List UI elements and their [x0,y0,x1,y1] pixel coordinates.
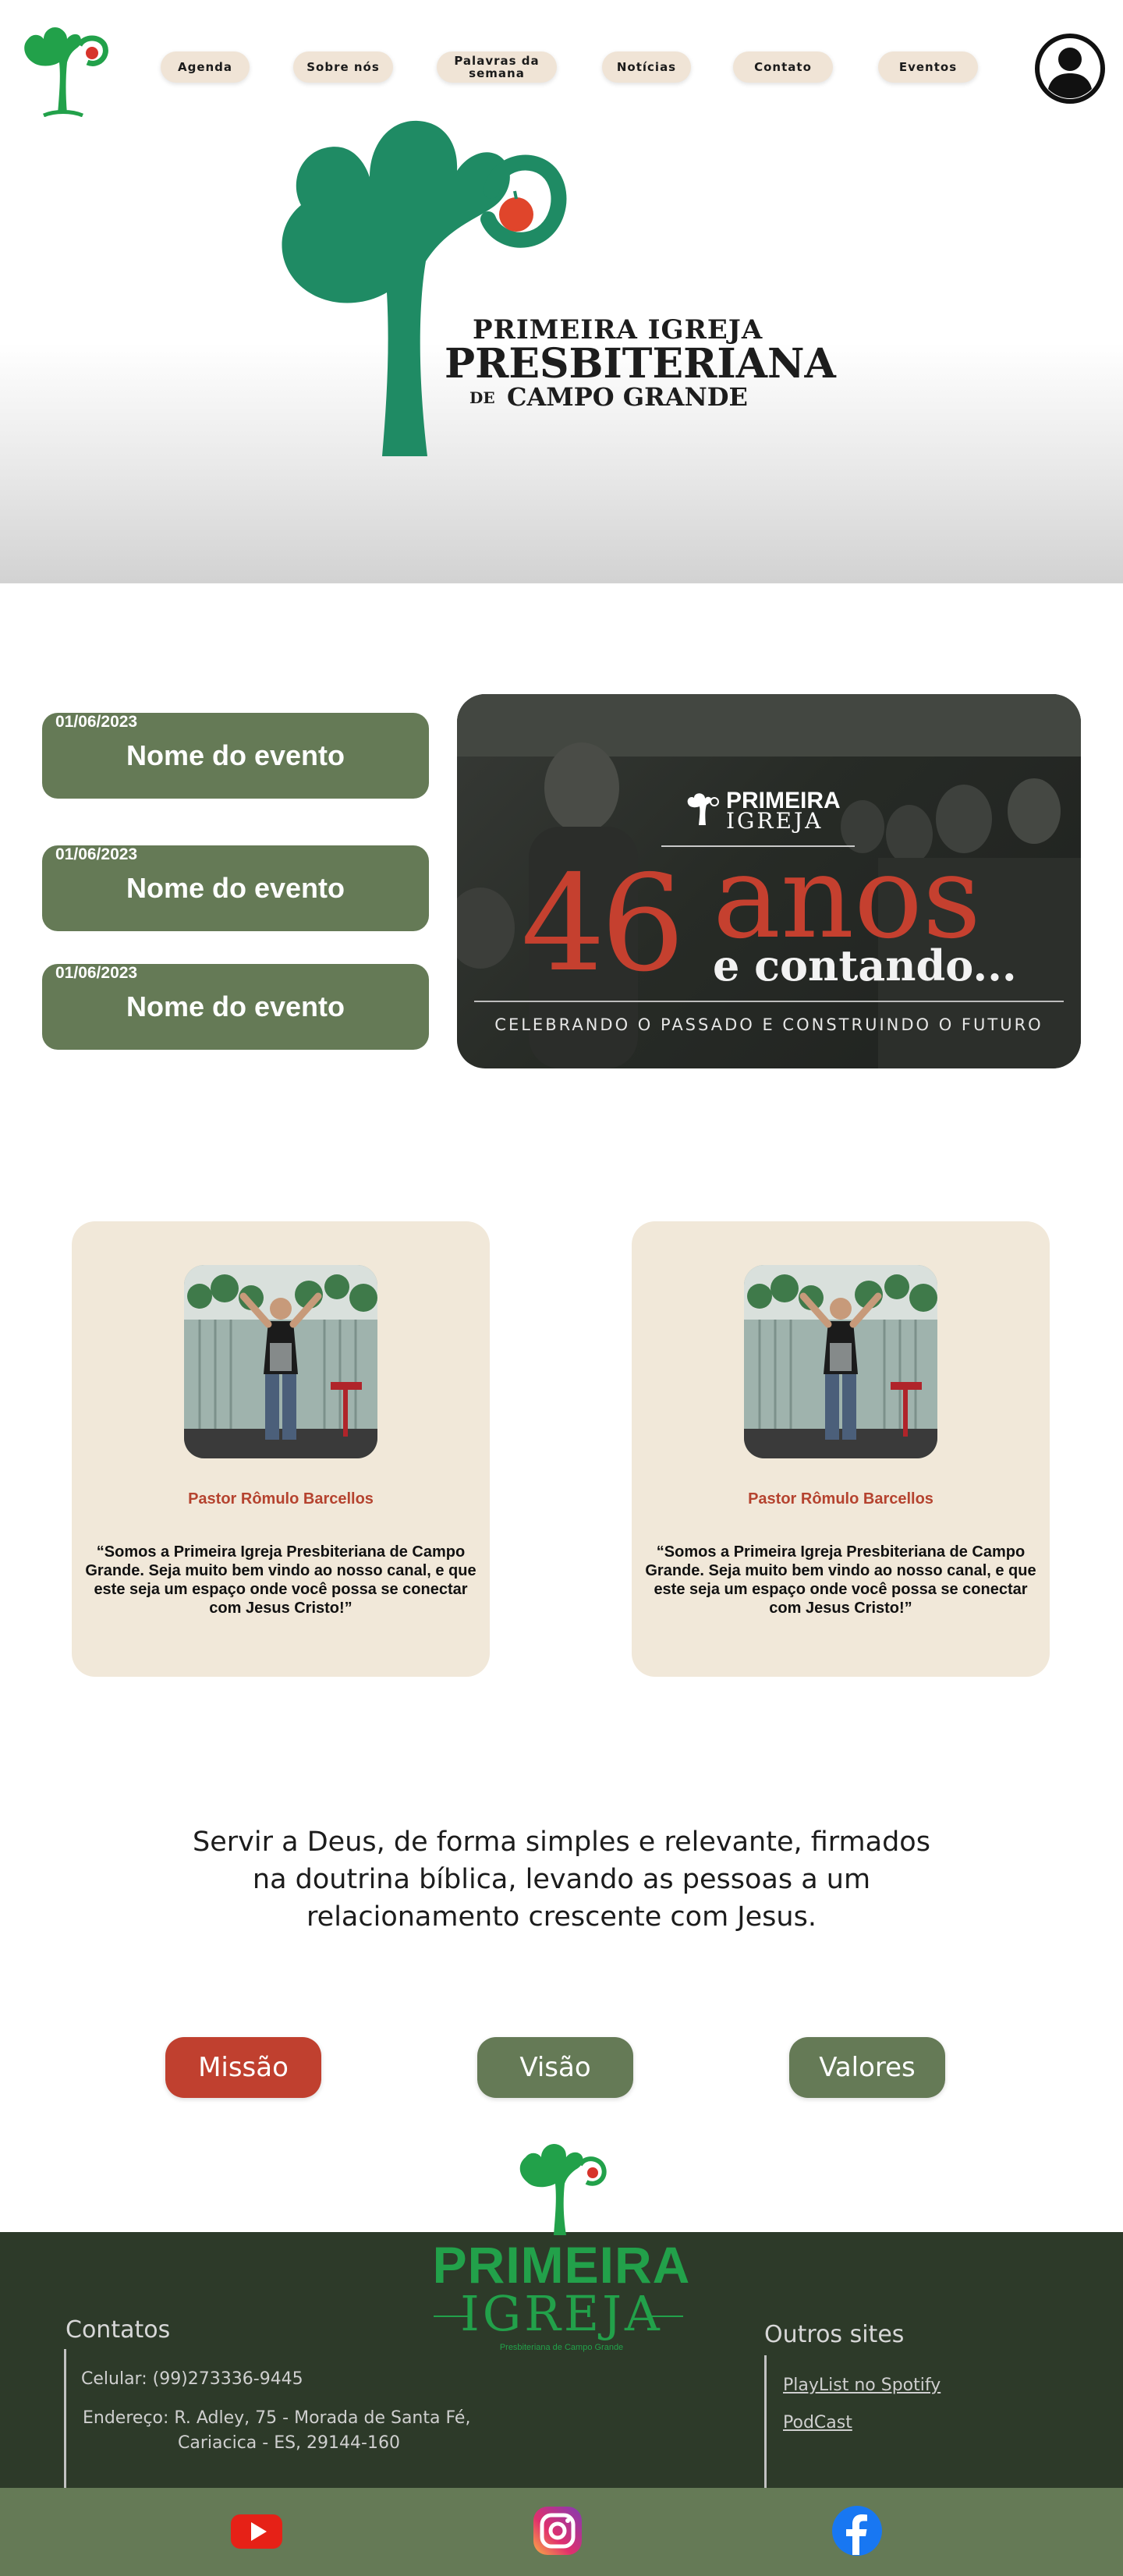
footer-brand-divider [434,2316,468,2317]
pastor-card: Pastor Rômulo Barcellos “Somos a Primeir… [72,1221,490,1677]
nav-item-noticias[interactable]: Notícias [602,51,691,83]
event-date: 01/06/2023 [55,713,138,731]
event-date: 01/06/2023 [55,964,138,982]
anniversary-banner[interactable]: PRIMEIRA IGREJA 46 anos e contando... CE… [457,694,1081,1068]
banner-subtitle: CELEBRANDO O PASSADO E CONSTRUINDO O FUT… [494,1015,1043,1034]
event-name: Nome do evento [126,739,345,771]
mission-statement: Servir a Deus, de forma simples e releva… [193,1827,930,1933]
nav-item-eventos[interactable]: Eventos [878,51,978,83]
contact-phone: Celular: (99)273336-9445 [81,2369,303,2389]
youtube-icon[interactable] [229,2503,284,2558]
event-name: Nome do evento [126,990,345,1022]
banner-tagline: e contando... [713,941,1017,990]
page: Agenda Sobre nós Palavras da semana Notí… [0,0,1123,2576]
hero-brand-line2: PRESBITERIANA [445,340,836,388]
missao-button[interactable]: Missão [165,2037,321,2098]
contacts-heading: Contatos [66,2316,171,2344]
other-sites-heading: Outros sites [764,2321,905,2348]
nav-item-palavras-da-semana[interactable]: Palavras da semana [437,51,557,83]
event-name: Nome do evento [126,872,345,904]
hero-brand-line3-prefix: DE [469,388,495,407]
pastor-photo [184,1265,377,1458]
footer-tree-logo-icon [519,2143,607,2235]
valores-button[interactable]: Valores [789,2037,945,2098]
event-card[interactable]: 01/06/2023 Nome do evento [42,964,429,1050]
nav-item-agenda[interactable]: Agenda [161,51,250,83]
pastor-card: Pastor Rômulo Barcellos “Somos a Primeir… [632,1221,1050,1677]
banner-number: 46 [521,847,685,1001]
instagram-icon[interactable] [530,2503,585,2558]
contact-address-line1: Endereço: R. Adley, 75 - Morada de Santa… [83,2408,471,2428]
pastor-name: Pastor Rômulo Barcellos [748,1490,933,1508]
pastor-quote: “Somos a Primeira Igreja Presbiteriana d… [645,1543,1036,1617]
banner-brand-line2: IGREJA [726,808,824,834]
contact-address-line2: Cariacica - ES, 29144-160 [178,2433,400,2453]
other-sites-divider [764,2355,767,2488]
visao-button[interactable]: Visão [477,2037,633,2098]
contacts-divider [64,2349,66,2488]
event-date: 01/06/2023 [55,845,138,863]
spotify-playlist-link[interactable]: PlayList no Spotify [783,2376,941,2395]
banner-divider [474,1001,1064,1002]
user-circle-icon[interactable] [1034,33,1106,105]
pastor-name: Pastor Rômulo Barcellos [188,1490,374,1508]
pastor-photo [744,1265,937,1458]
banner-word: anos [713,831,981,964]
event-card[interactable]: 01/06/2023 Nome do evento [42,713,429,799]
footer-brand-divider [649,2316,683,2317]
event-card[interactable]: 01/06/2023 Nome do evento [42,845,429,931]
facebook-icon[interactable] [830,2503,884,2558]
nav-item-sobre-nos[interactable]: Sobre nós [293,51,393,83]
main-nav: Agenda Sobre nós Palavras da semana Notí… [0,51,1123,84]
footer-brand-line3: Presbiteriana de Campo Grande [499,2343,624,2352]
nav-item-contato[interactable]: Contato [733,51,833,83]
hero-brand-line3: CAMPO GRANDE [507,382,748,412]
podcast-link[interactable]: PodCast [783,2413,852,2432]
banner-tree-icon [687,793,719,825]
pastor-quote: “Somos a Primeira Igreja Presbiteriana d… [85,1543,476,1617]
